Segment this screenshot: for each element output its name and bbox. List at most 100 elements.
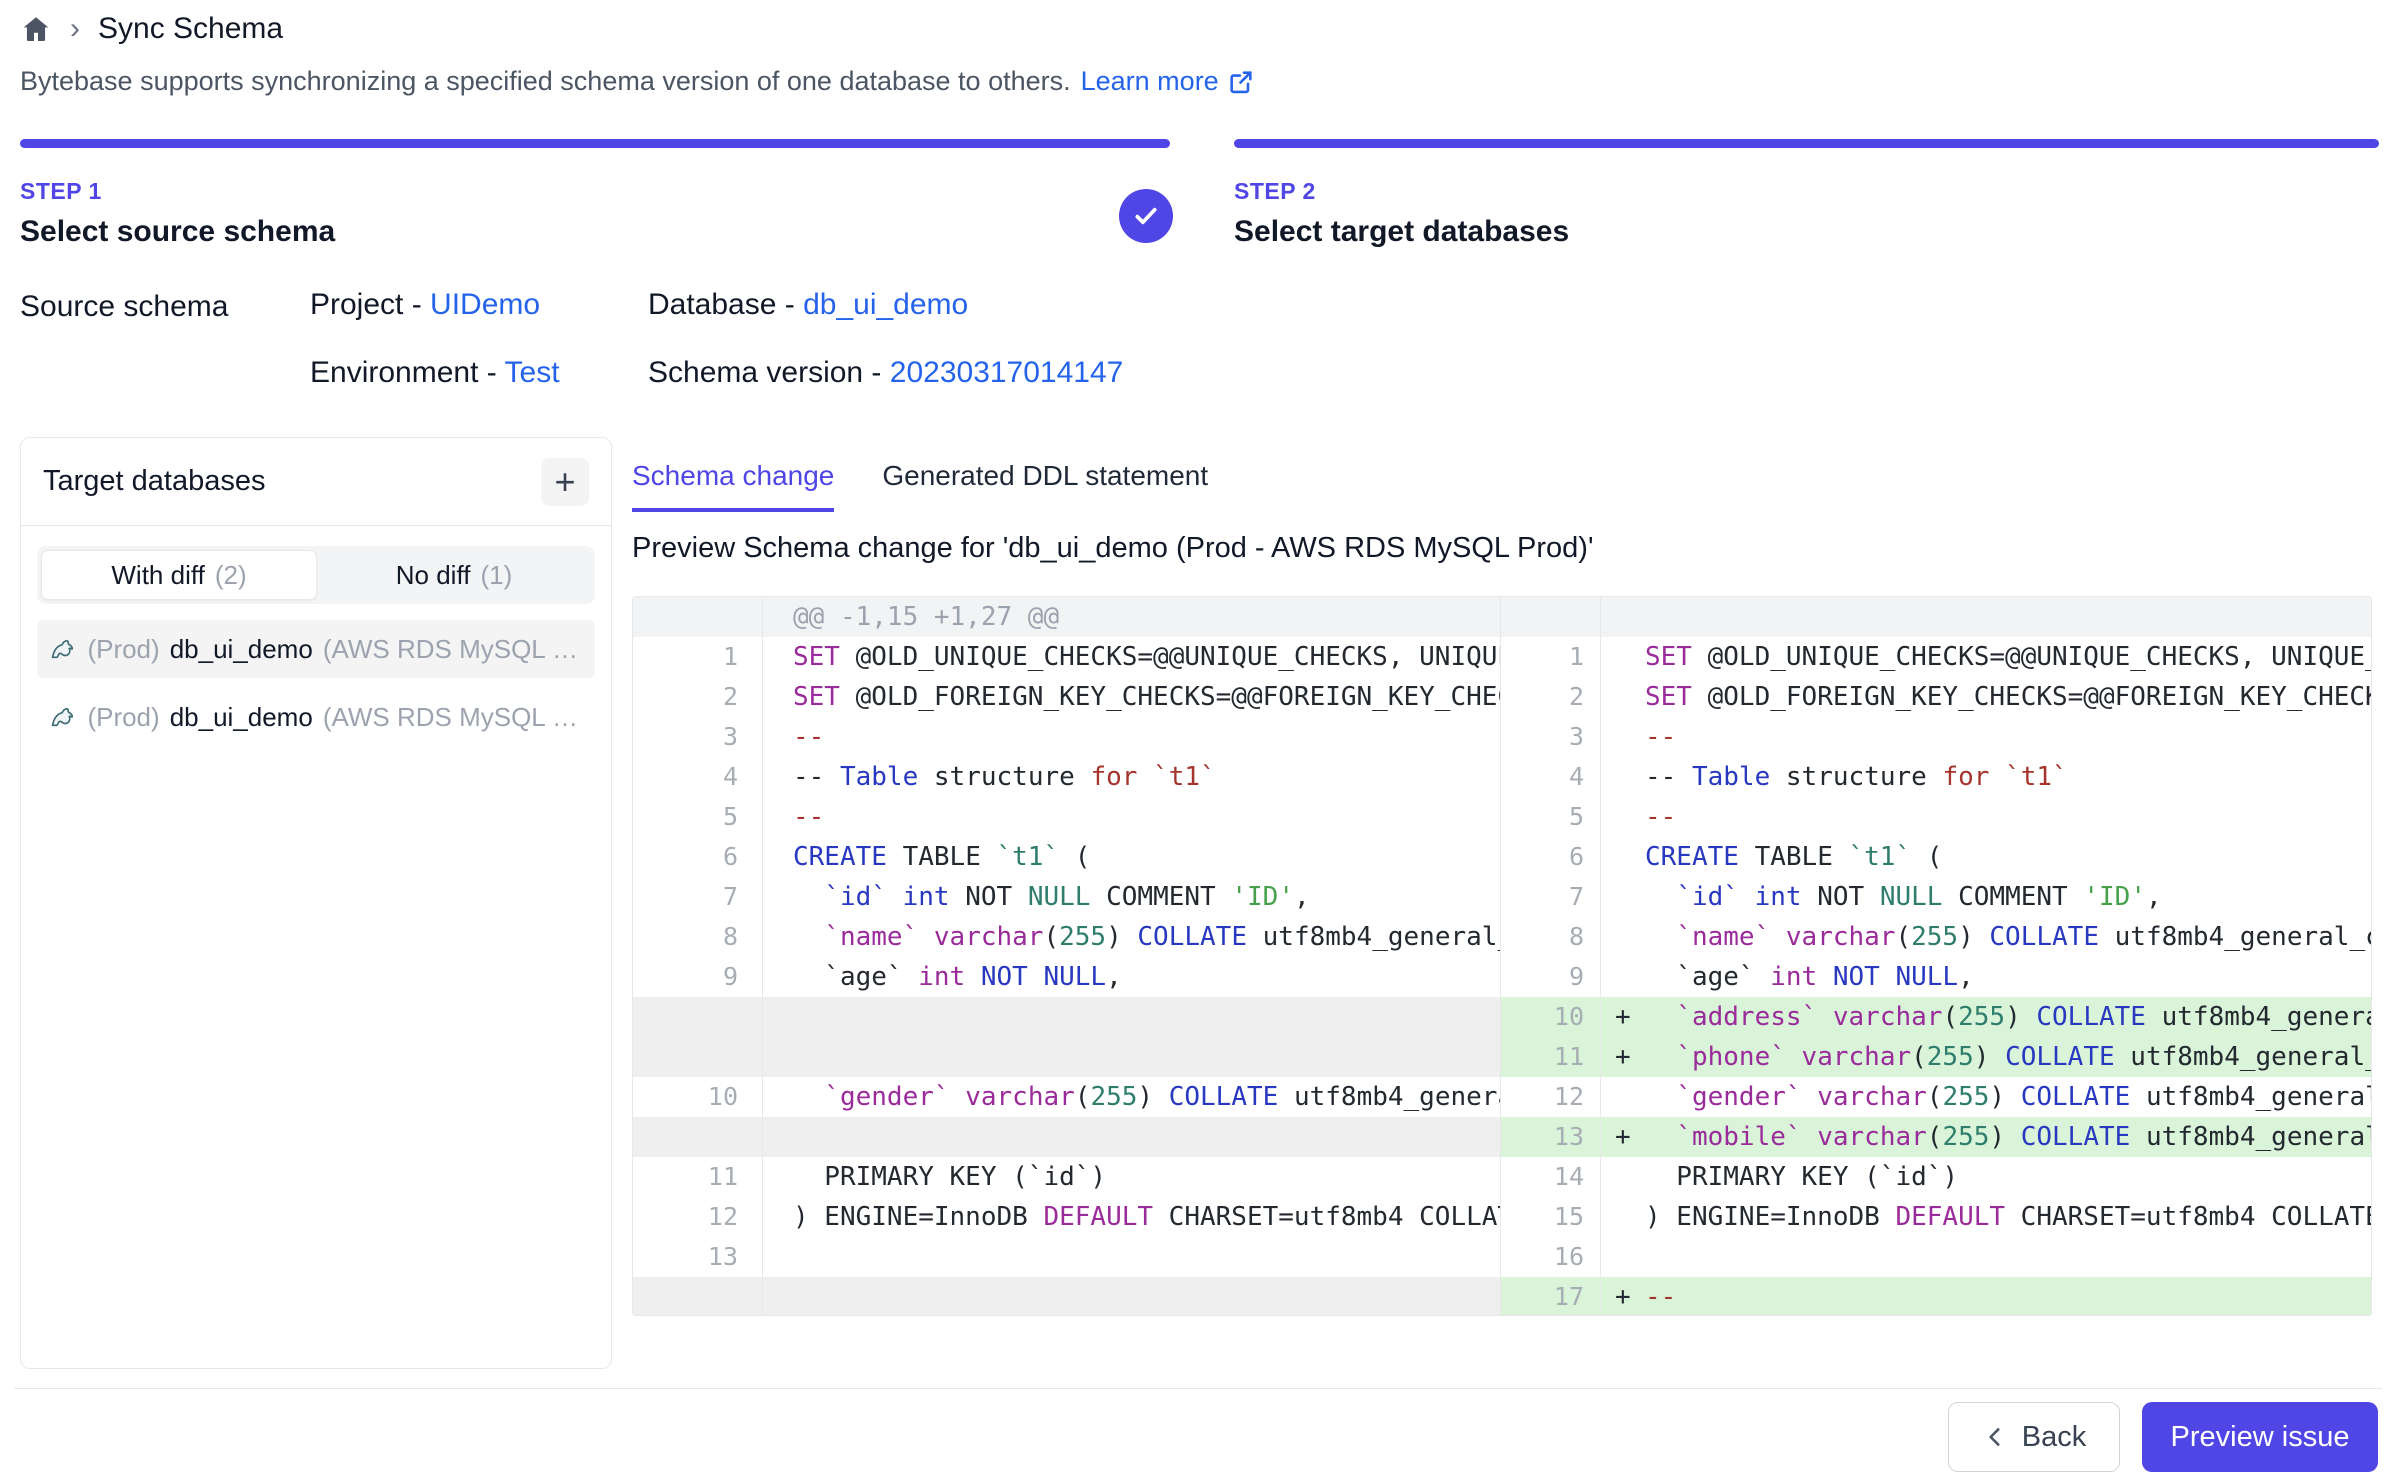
line-number	[633, 1037, 763, 1077]
tab-schema-change[interactable]: Schema change	[632, 460, 834, 512]
back-label: Back	[2022, 1421, 2086, 1454]
code-line: `address` varchar(255) COLLATE utf8mb4_g…	[1645, 997, 2371, 1037]
step1-label: STEP 1	[20, 178, 335, 205]
line-number: 13	[1501, 1117, 1601, 1157]
db-name: db_ui_demo	[170, 702, 313, 733]
tab-generated-ddl[interactable]: Generated DDL statement	[882, 460, 1208, 512]
diff-marker: +	[1601, 1037, 1645, 1077]
code-line: -- Table structure for `t1`	[1645, 757, 2371, 797]
diff-marker	[1601, 757, 1645, 797]
sync-schema-page: › Sync Schema Bytebase supports synchron…	[0, 0, 2396, 1480]
target-database-list: (Prod) db_ui_demo (AWS RDS MySQL Prod) (…	[21, 614, 611, 762]
line-number: 16	[1501, 1237, 1601, 1277]
line-number: 11	[633, 1157, 763, 1197]
line-number: 3	[1501, 717, 1601, 757]
code-line: CREATE TABLE `t1` (	[763, 837, 1500, 877]
mysql-icon	[49, 633, 77, 665]
project-link[interactable]: UIDemo	[430, 288, 540, 321]
code-line: --	[1645, 717, 2371, 757]
code-line: `phone` varchar(255) COLLATE utf8mb4_gen…	[1645, 1037, 2371, 1077]
line-number: 8	[633, 917, 763, 957]
diff-row: 8 `name` varchar(255) COLLATE utf8mb4_ge…	[1501, 917, 2371, 957]
db-environment: (Prod)	[87, 702, 159, 733]
line-number: 13	[633, 1237, 763, 1277]
line-number: 3	[633, 717, 763, 757]
diff-row: 15) ENGINE=InnoDB DEFAULT CHARSET=utf8mb…	[1501, 1197, 2371, 1237]
diff-row: 12) ENGINE=InnoDB DEFAULT CHARSET=utf8mb…	[633, 1197, 1500, 1237]
source-project-field: Project - UIDemo	[310, 288, 648, 322]
line-number: 14	[1501, 1157, 1601, 1197]
code-line: PRIMARY KEY (`id`)	[1645, 1157, 2371, 1197]
learn-more-label: Learn more	[1081, 66, 1219, 97]
code-line: `name` varchar(255) COLLATE utf8mb4_gene…	[1645, 917, 2371, 957]
description-text: Bytebase supports synchronizing a specif…	[20, 66, 1071, 97]
line-number	[633, 1277, 763, 1315]
line-number	[633, 597, 763, 637]
preview-issue-button[interactable]: Preview issue	[2142, 1402, 2378, 1472]
diff-marker	[1601, 1197, 1645, 1237]
back-button[interactable]: Back	[1948, 1402, 2120, 1472]
with-diff-count: (2)	[215, 560, 247, 591]
target-databases-panel: Target databases + With diff (2) No diff…	[20, 437, 612, 1369]
with-diff-label: With diff	[111, 560, 204, 591]
line-number: 10	[633, 1077, 763, 1117]
diff-row: 3--	[633, 717, 1500, 757]
diff-row: 11+ `phone` varchar(255) COLLATE utf8mb4…	[1501, 1037, 2371, 1077]
code-line	[1645, 597, 2371, 637]
diff-row	[633, 1037, 1500, 1077]
diff-marker	[1601, 1237, 1645, 1277]
diff-row: 12 `gender` varchar(255) COLLATE utf8mb4…	[1501, 1077, 2371, 1117]
page-description: Bytebase supports synchronizing a specif…	[20, 66, 1255, 97]
db-environment: (Prod)	[87, 634, 159, 665]
tab-no-diff[interactable]: No diff (1)	[317, 550, 591, 600]
page-title: Sync Schema	[98, 12, 283, 46]
learn-more-link[interactable]: Learn more	[1081, 66, 1255, 97]
line-number: 17	[1501, 1277, 1601, 1315]
diff-row: 6CREATE TABLE `t1` (	[1501, 837, 2371, 877]
code-line: `age` int NOT NULL,	[1645, 957, 2371, 997]
diff-row	[633, 1277, 1500, 1315]
add-target-database-button[interactable]: +	[541, 458, 589, 506]
line-number: 4	[633, 757, 763, 797]
database-link[interactable]: db_ui_demo	[803, 288, 968, 321]
diff-row: 9 `age` int NOT NULL,	[1501, 957, 2371, 997]
database-list-item[interactable]: (Prod) db_ui_demo (AWS RDS MySQL Prod)	[37, 620, 595, 678]
line-number	[633, 997, 763, 1037]
home-icon[interactable]	[20, 13, 52, 45]
diff-row: 17+--	[1501, 1277, 2371, 1315]
line-number: 4	[1501, 757, 1601, 797]
diff-marker	[1601, 1157, 1645, 1197]
environment-label: Environment -	[310, 356, 505, 389]
schema-diff-viewer: @@ -1,15 +1,27 @@1SET @OLD_UNIQUE_CHECKS…	[632, 596, 2372, 1316]
code-line: ) ENGINE=InnoDB DEFAULT CHARSET=utf8mb4 …	[1645, 1197, 2371, 1237]
diff-marker	[1601, 597, 1645, 637]
preview-title: Preview Schema change for 'db_ui_demo (P…	[632, 532, 1594, 565]
mysql-icon	[49, 701, 77, 733]
line-number	[633, 1117, 763, 1157]
diff-row: 11 PRIMARY KEY (`id`)	[633, 1157, 1500, 1197]
line-number: 9	[633, 957, 763, 997]
line-number: 7	[1501, 877, 1601, 917]
diff-row: 16	[1501, 1237, 2371, 1277]
line-number: 2	[1501, 677, 1601, 717]
diff-row: 10+ `address` varchar(255) COLLATE utf8m…	[1501, 997, 2371, 1037]
source-database-field: Database - db_ui_demo	[648, 288, 1123, 322]
diff-row: 9 `age` int NOT NULL,	[633, 957, 1500, 997]
chevron-left-icon	[1982, 1424, 2008, 1450]
no-diff-count: (1)	[480, 560, 512, 591]
database-list-item[interactable]: (Prod) db_ui_demo (AWS RDS MySQL Prod)	[37, 688, 595, 746]
diff-row: 2SET @OLD_FOREIGN_KEY_CHECKS=@@FOREIGN_K…	[1501, 677, 2371, 717]
schema-tabs: Schema change Generated DDL statement	[632, 460, 1208, 512]
environment-link[interactable]: Test	[505, 356, 560, 389]
diff-marker	[1601, 837, 1645, 877]
code-line: `id` int NOT NULL COMMENT 'ID',	[763, 877, 1500, 917]
diff-row: @@ -1,15 +1,27 @@	[633, 597, 1500, 637]
tab-with-diff[interactable]: With diff (2)	[41, 550, 317, 600]
schema-version-link[interactable]: 20230317014147	[890, 356, 1124, 389]
database-label: Database -	[648, 288, 803, 321]
diff-row: 3 --	[1501, 717, 2371, 757]
code-line	[763, 1277, 1500, 1315]
diff-marker	[1601, 877, 1645, 917]
code-line: `gender` varchar(255) COLLATE utf8mb4_ge…	[763, 1077, 1500, 1117]
source-environment-field: Environment - Test	[310, 356, 648, 390]
